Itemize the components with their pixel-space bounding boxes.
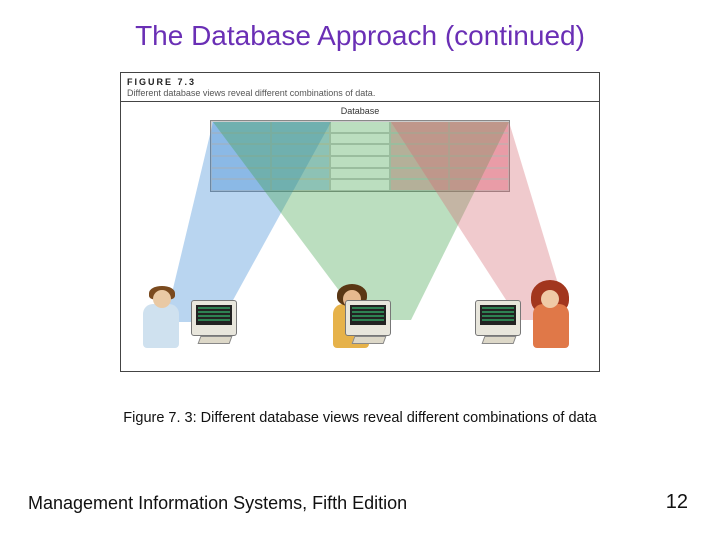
diagram-area: Database [121,102,599,372]
user-middle [303,276,423,366]
footer-book-title: Management Information Systems, Fifth Ed… [28,493,407,514]
keyboard-icon [482,336,517,344]
user-right [473,276,593,366]
keyboard-icon [352,336,387,344]
figure-label: FIGURE 7.3 [127,77,593,87]
figure-subtitle: Different database views reveal differen… [127,88,593,98]
figure-box: FIGURE 7.3 Different database views reve… [120,72,600,372]
page-number: 12 [666,491,688,514]
user-left [127,276,247,366]
monitor-icon [475,300,521,336]
figure-header: FIGURE 7.3 Different database views reve… [121,73,599,102]
figure-caption: Figure 7. 3: Different database views re… [0,410,720,426]
keyboard-icon [198,336,233,344]
monitor-icon [191,300,237,336]
monitor-icon [345,300,391,336]
slide-title: The Database Approach (continued) [0,0,720,62]
